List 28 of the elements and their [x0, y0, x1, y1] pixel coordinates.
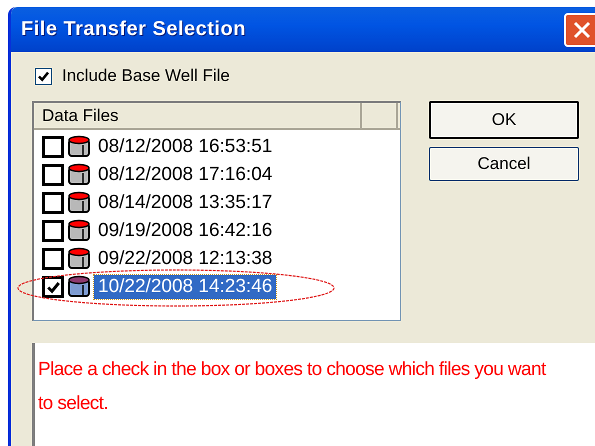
checkbox[interactable] [42, 220, 64, 242]
ok-button[interactable]: OK [429, 101, 579, 139]
checkbox[interactable] [42, 136, 64, 158]
checkbox[interactable] [35, 68, 52, 84]
file-item[interactable]: 08/12/2008 16:53:51 [94, 135, 276, 159]
database-icon [67, 219, 91, 243]
database-icon [67, 247, 91, 271]
database-icon [67, 191, 91, 215]
checkbox[interactable] [42, 192, 64, 214]
file-item[interactable]: 09/19/2008 16:42:16 [94, 219, 276, 243]
instruction-text: Place a check in the box or boxes to choose which files you want to select. [38, 358, 548, 416]
check-icon [46, 280, 60, 294]
database-icon [67, 163, 91, 187]
database-icon [67, 135, 91, 159]
file-item[interactable]: 10/22/2008 14:23:46 [94, 275, 276, 299]
checkbox[interactable] [42, 248, 64, 270]
file-item[interactable]: 08/12/2008 17:16:04 [94, 163, 276, 187]
file-item[interactable]: 08/14/2008 13:35:17 [94, 191, 276, 215]
checkbox[interactable] [42, 276, 64, 298]
checkbox-label: Include Base Well File [62, 66, 230, 86]
window-title: File Transfer Selection [21, 18, 246, 41]
check-icon [37, 70, 50, 82]
cancel-button[interactable]: Cancel [429, 147, 579, 181]
close-icon [572, 20, 592, 40]
database-icon [67, 275, 91, 299]
checkbox[interactable] [42, 164, 64, 186]
file-item[interactable]: 09/22/2008 12:13:38 [94, 247, 276, 271]
close-button[interactable] [564, 12, 595, 46]
